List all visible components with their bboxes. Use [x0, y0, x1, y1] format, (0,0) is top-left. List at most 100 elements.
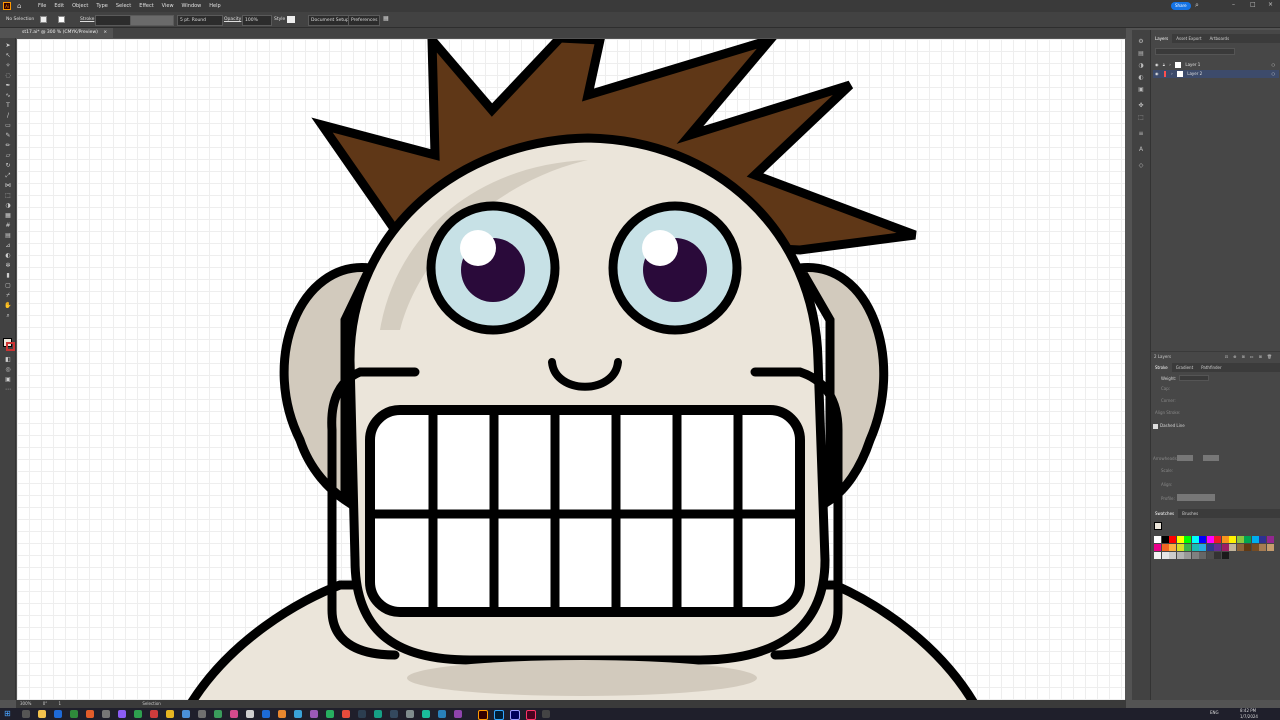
taskbar-app-icon[interactable]: [38, 710, 46, 718]
perspective-grid-tool-icon[interactable]: ▦: [3, 212, 13, 220]
brush-definition[interactable]: 5 pt. Round: [177, 15, 223, 26]
color-swatch[interactable]: [1259, 544, 1266, 551]
arrowhead-end-select[interactable]: [1203, 455, 1219, 461]
layers-search-input[interactable]: [1155, 48, 1235, 55]
artboard-canvas[interactable]: [17, 39, 1125, 700]
layer-target-icon[interactable]: ○: [1272, 70, 1276, 78]
taskbar-app-icon[interactable]: [134, 710, 142, 718]
visibility-eye-icon[interactable]: ◉: [1155, 71, 1159, 76]
color-swatch[interactable]: [1244, 544, 1251, 551]
arrowhead-start-select[interactable]: [1177, 455, 1193, 461]
taskbar-app-icon[interactable]: [406, 710, 414, 718]
taskbar-app-icon[interactable]: [198, 710, 206, 718]
properties-icon[interactable]: ⚙: [1136, 38, 1146, 46]
taskbar-app-icon[interactable]: [22, 710, 30, 718]
shape-builder-tool-icon[interactable]: ◑: [3, 202, 13, 210]
color-swatch[interactable]: [1251, 536, 1259, 543]
color-swatch[interactable]: [1191, 544, 1199, 551]
taskbar-app-icon[interactable]: [342, 710, 350, 718]
color-swatch[interactable]: [1191, 536, 1199, 543]
color-swatch[interactable]: [1221, 552, 1229, 559]
opacity-field[interactable]: 100%: [242, 15, 272, 26]
taskbar-app-icon[interactable]: [86, 710, 94, 718]
search-icon[interactable]: ⌕: [1195, 1, 1199, 10]
taskbar-app-icon[interactable]: [494, 710, 504, 720]
zoom-tool-icon[interactable]: ⌕: [3, 312, 13, 320]
taskbar-app-icon[interactable]: [214, 710, 222, 718]
character-artwork[interactable]: [17, 39, 1125, 700]
tab-stroke[interactable]: Stroke: [1151, 363, 1172, 372]
tab-brushes[interactable]: Brushes: [1178, 509, 1202, 518]
taskbar-app-icon[interactable]: [118, 710, 126, 718]
taskbar-app-icon[interactable]: [262, 710, 270, 718]
character-icon[interactable]: A: [1136, 146, 1146, 154]
taskbar-app-icon[interactable]: [326, 710, 334, 718]
tab-gradient[interactable]: Gradient: [1172, 363, 1197, 372]
taskbar-app-icon[interactable]: [374, 710, 382, 718]
color-swatch[interactable]: [1236, 536, 1244, 543]
zoom-level[interactable]: 300%: [20, 701, 31, 706]
layer-row[interactable]: ◉ 🔒︎ › Layer 1 ○: [1153, 61, 1279, 69]
opacity-label[interactable]: Opacity: [222, 15, 243, 24]
visibility-eye-icon[interactable]: ◉: [1155, 62, 1159, 67]
curvature-tool-icon[interactable]: ∿: [3, 92, 13, 100]
menu-window[interactable]: Window: [178, 0, 206, 12]
color-guide-icon[interactable]: ◑: [1136, 62, 1146, 70]
mesh-tool-icon[interactable]: #: [3, 222, 13, 230]
color-swatch[interactable]: [1214, 536, 1221, 543]
color-swatch[interactable]: [1169, 544, 1176, 551]
width-tool-icon[interactable]: ⋈: [3, 182, 13, 190]
taskbar-app-icon[interactable]: [542, 710, 550, 718]
slice-tool-icon[interactable]: ⌿: [3, 292, 13, 300]
gradient-tool-icon[interactable]: ▤: [3, 232, 13, 240]
blend-tool-icon[interactable]: ◐: [3, 252, 13, 260]
transform-icon[interactable]: ⬚: [1136, 114, 1146, 122]
variable-width-profile[interactable]: [130, 15, 174, 26]
close-icon[interactable]: ×: [1268, 1, 1273, 8]
color-swatch[interactable]: [1214, 552, 1221, 559]
menu-object[interactable]: Object: [68, 0, 92, 12]
layer-name[interactable]: Layer 1: [1185, 62, 1200, 67]
home-icon[interactable]: ⌂: [17, 2, 21, 10]
color-swatch[interactable]: [1221, 536, 1229, 543]
tab-layers[interactable]: Layers: [1151, 34, 1173, 43]
taskbar-app-icon[interactable]: [54, 710, 62, 718]
illustrator-taskbar-icon[interactable]: [478, 710, 488, 720]
expand-chevron-icon[interactable]: ›: [1169, 62, 1171, 67]
document-tab-close-icon[interactable]: ×: [103, 30, 107, 35]
arrange-documents-icon[interactable]: ▦: [383, 15, 389, 22]
profile-select[interactable]: [1177, 494, 1215, 501]
color-swatch[interactable]: [1176, 552, 1184, 559]
appearance-icon[interactable]: ◐: [1136, 74, 1146, 82]
color-swatch[interactable]: [1229, 536, 1236, 543]
taskbar-app-icon[interactable]: [230, 710, 238, 718]
color-mode-icon[interactable]: ◧: [3, 356, 13, 364]
rotate-tool-icon[interactable]: ↻: [3, 162, 13, 170]
color-swatch[interactable]: [1176, 536, 1184, 543]
taskbar-app-icon[interactable]: [246, 710, 254, 718]
eyedropper-tool-icon[interactable]: ⊿: [3, 242, 13, 250]
taskbar-app-icon[interactable]: [278, 710, 286, 718]
pen-tool-icon[interactable]: ✒: [3, 82, 13, 90]
free-transform-tool-icon[interactable]: ⬚: [3, 192, 13, 200]
column-graph-tool-icon[interactable]: ▮: [3, 272, 13, 280]
color-swatch[interactable]: [1244, 536, 1251, 543]
color-swatch[interactable]: [1206, 552, 1214, 559]
taskbar-app-icon[interactable]: [526, 710, 536, 720]
tab-pathfinder[interactable]: Pathfinder: [1197, 363, 1226, 372]
symbol-sprayer-tool-icon[interactable]: ✼: [3, 262, 13, 270]
hand-tool-icon[interactable]: ✋: [3, 302, 13, 310]
color-swatch[interactable]: [1221, 544, 1229, 551]
dashed-line-checkbox[interactable]: [1153, 424, 1158, 429]
color-swatch[interactable]: [1161, 544, 1169, 551]
color-swatch[interactable]: [1206, 536, 1214, 543]
active-fill-swatch[interactable]: [1154, 522, 1162, 530]
color-swatch[interactable]: [1236, 544, 1244, 551]
screen-mode-icon[interactable]: ▣: [3, 376, 13, 384]
fill-swatch[interactable]: [40, 16, 47, 23]
color-swatch[interactable]: [1199, 552, 1206, 559]
glyphs-icon[interactable]: ◇: [1136, 162, 1146, 170]
selection-tool-icon[interactable]: ➤: [3, 42, 13, 50]
taskbar-app-icon[interactable]: [438, 710, 446, 718]
tab-asset-export[interactable]: Asset Export: [1172, 34, 1205, 43]
